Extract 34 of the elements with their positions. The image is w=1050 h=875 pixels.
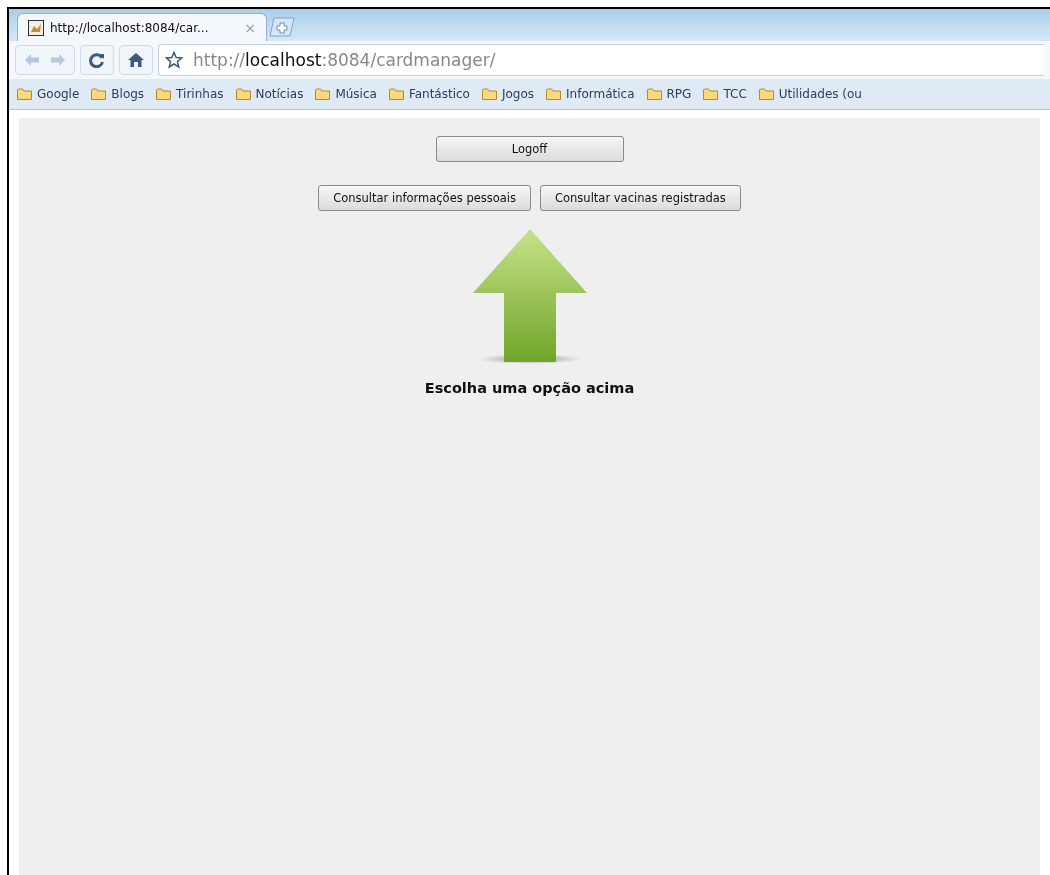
folder-icon <box>315 88 331 100</box>
bookmark-folder[interactable]: Utilidades (ou <box>758 87 862 101</box>
reload-icon[interactable] <box>89 52 105 68</box>
bookmark-folder[interactable]: Blogs <box>91 87 145 101</box>
folder-icon <box>481 88 497 100</box>
bookmark-folder[interactable]: Música <box>315 87 377 101</box>
logoff-button[interactable]: Logoff <box>435 136 624 162</box>
bookmark-folder[interactable]: Jogos <box>481 87 535 101</box>
instruction-text: Escolha uma opção acima <box>424 380 635 396</box>
url-text: http://localhost:8084/cardmanager/ <box>193 50 496 70</box>
browser-tab[interactable]: http://localhost:8084/car... × <box>17 13 267 41</box>
bookmark-folder[interactable]: Google <box>17 87 80 101</box>
bookmark-folder[interactable]: Informática <box>546 87 635 101</box>
option-button[interactable]: Consultar informações pessoais <box>318 185 531 211</box>
folder-icon <box>703 88 719 100</box>
star-icon[interactable] <box>165 51 183 69</box>
folder-icon <box>546 88 562 100</box>
folder-icon <box>17 88 32 100</box>
folder-icon <box>758 88 774 100</box>
bookmark-folder[interactable]: TCC <box>703 87 747 101</box>
address-bar[interactable]: http://localhost:8084/cardmanager/ <box>158 44 1044 76</box>
bookmark-folder[interactable]: RPG <box>646 87 692 101</box>
home-icon[interactable] <box>128 52 144 68</box>
folder-icon <box>156 88 172 100</box>
folder-icon <box>646 88 662 100</box>
bookmark-folder[interactable]: Fantástico <box>388 87 470 101</box>
bookmark-folder[interactable]: Tirinhas <box>156 87 224 101</box>
folder-icon <box>235 88 251 100</box>
bookmark-folder[interactable]: Notícias <box>235 87 304 101</box>
folder-icon <box>388 88 404 100</box>
tab-title: http://localhost:8084/car... <box>50 20 210 35</box>
folder-icon <box>91 88 107 100</box>
option-button[interactable]: Consultar vacinas registradas <box>540 185 741 211</box>
favicon-icon <box>28 19 44 36</box>
